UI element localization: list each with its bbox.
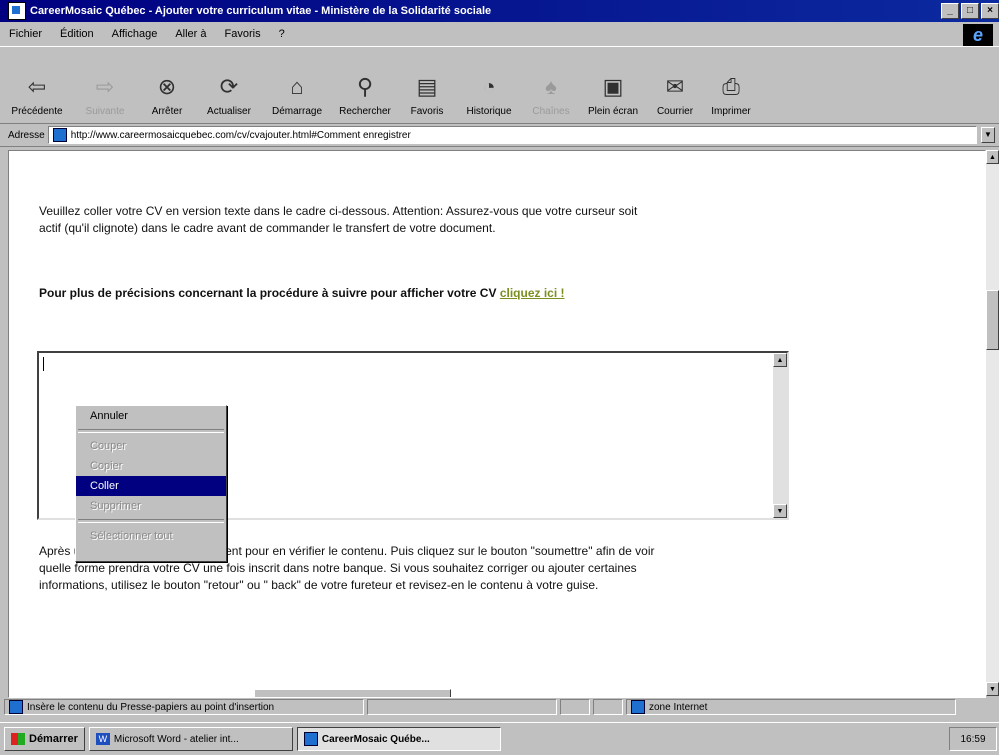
click-here-link[interactable]: cliquez ici ! bbox=[500, 286, 565, 300]
after-paste-start: Après bbox=[39, 544, 71, 558]
print-button[interactable]: ⎙ Imprimer bbox=[706, 53, 756, 123]
minimize-button[interactable]: _ bbox=[941, 3, 959, 19]
instructions-paragraph: Veuillez coller votre CV en version text… bbox=[39, 204, 638, 235]
address-dropdown-button[interactable]: ▼ bbox=[981, 127, 995, 143]
taskbar: Démarrer W Microsoft Word - atelier int.… bbox=[0, 722, 999, 755]
clock: 16:59 bbox=[949, 727, 997, 751]
address-url: http://www.careermosaicquebec.com/cv/cva… bbox=[70, 129, 411, 141]
menu-coller[interactable]: Coller bbox=[76, 476, 226, 496]
forward-arrow-icon: ⇨ bbox=[95, 74, 115, 99]
address-label: Adresse bbox=[8, 129, 45, 141]
mail-button[interactable]: ✉ Courrier bbox=[650, 53, 700, 123]
menu-supprimer[interactable]: Supprimer bbox=[76, 496, 226, 516]
menu-edition[interactable]: Édition bbox=[51, 28, 103, 40]
page-icon bbox=[52, 128, 67, 142]
browser-icon bbox=[8, 2, 26, 20]
zone-label: zone Internet bbox=[649, 701, 708, 713]
home-icon: ⌂ bbox=[290, 74, 304, 99]
menu-favoris[interactable]: Favoris bbox=[216, 28, 270, 40]
menu-annuler[interactable]: Annuler bbox=[76, 406, 226, 426]
menu-fichier[interactable]: Fichier bbox=[0, 28, 51, 40]
task-word[interactable]: W Microsoft Word - atelier int... bbox=[88, 727, 293, 751]
scroll-up-icon[interactable]: ▲ bbox=[773, 353, 787, 367]
menu-separator bbox=[78, 429, 224, 433]
window-controls: _ □ × bbox=[941, 3, 999, 19]
menu-couper[interactable]: Couper bbox=[76, 436, 226, 456]
menu-bar: Fichier Édition Affichage Aller à Favori… bbox=[0, 24, 999, 44]
refresh-button[interactable]: ⟳ Actualiser bbox=[198, 53, 260, 123]
menu-affichage[interactable]: Affichage bbox=[103, 28, 167, 40]
windows-logo-icon bbox=[11, 733, 25, 745]
title-bar: CareerMosaic Québec - Ajouter votre curr… bbox=[0, 0, 999, 22]
ie-logo-icon: e bbox=[963, 24, 993, 46]
stop-icon: ⊗ bbox=[157, 74, 177, 99]
start-button[interactable]: Démarrer bbox=[4, 727, 85, 751]
menu-aller[interactable]: Aller à bbox=[166, 28, 215, 40]
close-button[interactable]: × bbox=[981, 3, 999, 19]
page-scroll-up-icon[interactable]: ▲ bbox=[986, 150, 999, 164]
favorites-icon: ▤ bbox=[416, 74, 438, 99]
print-icon: ⎙ bbox=[722, 74, 740, 99]
fullscreen-icon: ▣ bbox=[602, 74, 624, 99]
history-icon: ◔ bbox=[482, 74, 496, 99]
textarea-scrollbar[interactable]: ▲ ▼ bbox=[773, 353, 787, 518]
mail-icon: ✉ bbox=[665, 74, 685, 99]
address-field[interactable]: http://www.careermosaicquebec.com/cv/cva… bbox=[47, 126, 977, 144]
status-pane bbox=[593, 699, 623, 715]
word-icon: W bbox=[95, 733, 110, 745]
fullscreen-button[interactable]: ▣ Plein écran bbox=[582, 53, 644, 123]
task-browser[interactable]: CareerMosaic Québe... bbox=[296, 727, 501, 751]
history-button[interactable]: ◔ Historique bbox=[458, 53, 520, 123]
menu-copier[interactable]: Copier bbox=[76, 456, 226, 476]
menu-select-all[interactable]: Sélectionner tout bbox=[76, 526, 226, 546]
status-zone-pane: zone Internet bbox=[626, 699, 956, 715]
text-caret bbox=[43, 357, 44, 371]
context-menu: Annuler Couper Copier Coller Supprimer S… bbox=[75, 405, 227, 562]
menu-help[interactable]: ? bbox=[270, 28, 294, 40]
details-text: Pour plus de précisions concernant la pr… bbox=[39, 286, 497, 300]
status-progress-pane bbox=[367, 699, 557, 715]
globe-icon bbox=[631, 700, 645, 714]
back-arrow-icon: ⇦ bbox=[27, 74, 47, 99]
channels-icon: ♠ bbox=[545, 74, 557, 99]
forward-button[interactable]: ⇨ Suivante bbox=[74, 53, 136, 123]
page-scrollbar[interactable]: ▲ ▼ bbox=[986, 150, 999, 696]
search-icon: ⚲ bbox=[356, 74, 374, 99]
search-button[interactable]: ⚲ Rechercher bbox=[334, 53, 396, 123]
ie-icon bbox=[303, 732, 318, 746]
details-paragraph: Pour plus de précisions concernant la pr… bbox=[39, 285, 639, 302]
window-title: CareerMosaic Québec - Ajouter votre curr… bbox=[30, 5, 492, 17]
start-label: Démarrer bbox=[29, 733, 78, 745]
menu-separator bbox=[78, 519, 224, 523]
channels-button[interactable]: ♠ Chaînes bbox=[526, 53, 576, 123]
status-message-pane: Insère le contenu du Presse-papiers au p… bbox=[4, 699, 364, 715]
favorites-button[interactable]: ▤ Favoris bbox=[402, 53, 452, 123]
page-scroll-thumb[interactable] bbox=[986, 290, 999, 350]
scroll-down-icon[interactable]: ▼ bbox=[773, 504, 787, 518]
status-bar: Insère le contenu du Presse-papiers au p… bbox=[0, 696, 999, 718]
status-pane bbox=[560, 699, 590, 715]
toolbar: ⇦ Précédente ⇨ Suivante ⊗ Arrêter ⟳ Actualis… bbox=[0, 46, 999, 124]
status-message: Insère le contenu du Presse-papiers au p… bbox=[27, 701, 275, 713]
maximize-button[interactable]: □ bbox=[961, 3, 979, 19]
page-icon bbox=[9, 700, 23, 714]
task-word-label: Microsoft Word - atelier int... bbox=[113, 733, 239, 745]
back-button[interactable]: ⇦ Précédente bbox=[6, 53, 68, 123]
page-scroll-down-icon[interactable]: ▼ bbox=[986, 682, 999, 696]
home-button[interactable]: ⌂ Démarrage bbox=[266, 53, 328, 123]
address-bar: Adresse http://www.careermosaicquebec.co… bbox=[0, 124, 999, 147]
stop-button[interactable]: ⊗ Arrêter bbox=[142, 53, 192, 123]
task-browser-label: CareerMosaic Québe... bbox=[321, 733, 430, 745]
refresh-icon: ⟳ bbox=[219, 74, 239, 99]
